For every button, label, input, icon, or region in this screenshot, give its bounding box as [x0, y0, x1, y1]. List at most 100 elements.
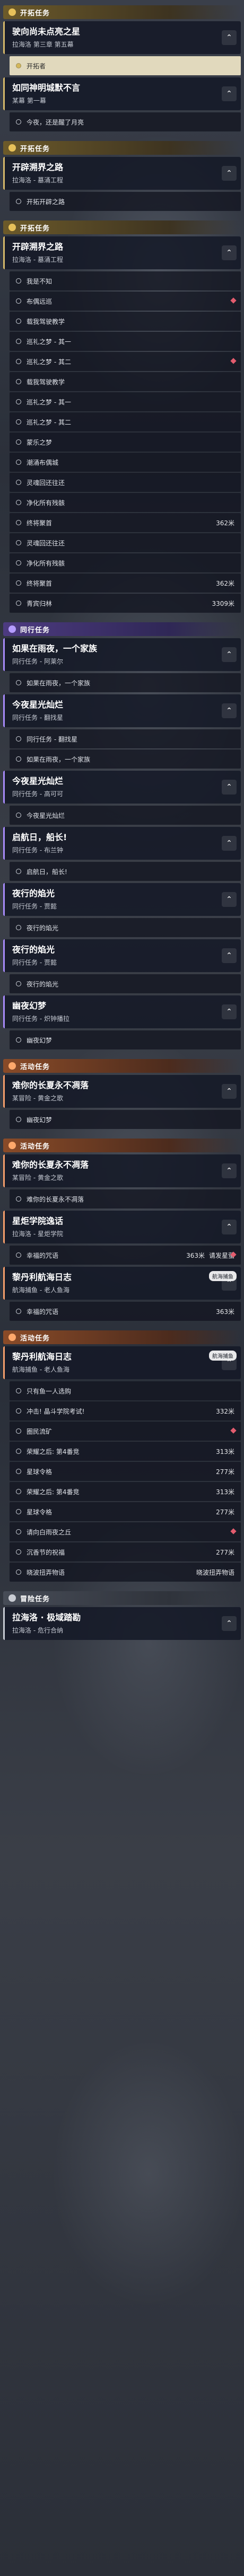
quest-card[interactable]: 如果在雨夜，一个家族 同行任务 - 阿莱尔 ⌃	[3, 638, 241, 671]
quest-card[interactable]: 幽夜幻梦 同行任务 - 炽钟播拉 ⌃	[3, 995, 241, 1028]
objective-row[interactable]: 净化所有残骸	[10, 493, 241, 512]
section-header[interactable]: 活动任务	[3, 1139, 241, 1152]
objective-row[interactable]: 夜行的焰光	[10, 918, 241, 937]
collapse-chevron-icon[interactable]: ⌃	[222, 647, 237, 662]
objective-row[interactable]: 荣耀之后: 第4番竞 313米	[10, 1442, 241, 1461]
quest-card[interactable]: 驶向尚未点亮之星 拉海洛 第三章 第五幕 ⌃	[3, 21, 241, 54]
objective-row[interactable]: 巡礼之梦 - 其一	[10, 392, 241, 411]
quest-subtitle: 同行任务 - 贾懿	[12, 903, 57, 910]
quest-card[interactable]: 黎丹利航海日志 航海捕鱼 - 老人鱼海 ⌃ 航海捕鱼	[3, 1267, 241, 1300]
objective-row[interactable]: 今夜星光灿烂	[10, 806, 241, 825]
objective-bullet-icon	[16, 925, 21, 930]
objective-row[interactable]: 今夜，还是醒了月亮	[10, 112, 241, 131]
collapse-chevron-icon[interactable]: ⌃	[222, 1616, 237, 1631]
objective-row[interactable]: 青宾归林 3309米	[10, 594, 241, 613]
collapse-chevron-icon[interactable]: ⌃	[222, 836, 237, 851]
quest-card[interactable]: 拉海洛 · 极域踏勘 拉海洛 - 危行合纳 ⌃	[3, 1607, 241, 1640]
quest-card[interactable]: 夜行的焰光 同行任务 - 贾懿 ⌃	[3, 883, 241, 916]
objective-row[interactable]: 净化所有残骸	[10, 553, 241, 572]
collapse-chevron-icon[interactable]: ⌃	[222, 1220, 237, 1234]
objective-row[interactable]: 幸福的咒语 363米	[10, 1302, 241, 1321]
quest-card[interactable]: 难你的长夏永不凋落 某冒险 - 黄金之歌 ⌃	[3, 1075, 241, 1108]
objective-row[interactable]: 布偶远巡	[10, 292, 241, 311]
collapse-chevron-icon[interactable]: ⌃	[222, 892, 237, 907]
quest-card[interactable]: 今夜星光灿烂 同行任务 - 翻找星 ⌃	[3, 694, 241, 727]
collapse-chevron-icon[interactable]: ⌃	[222, 703, 237, 718]
quest-card[interactable]: 夜行的焰光 同行任务 - 贾懿 ⌃	[3, 939, 241, 972]
objective-row[interactable]: 星球令格 277米	[10, 1502, 241, 1521]
quest-title: 黎丹利航海日志	[12, 1272, 72, 1282]
collapse-chevron-icon[interactable]: ⌃	[222, 1004, 237, 1019]
objective-row[interactable]: 我是不知	[10, 271, 241, 290]
quest-card[interactable]: 难你的长夏永不凋落 某冒险 - 黄金之歌 ⌃	[3, 1154, 241, 1187]
section-header[interactable]: 活动任务	[3, 1330, 241, 1344]
quest-subtitle: 某幕 第一幕	[12, 97, 46, 104]
objective-row[interactable]: 晓波扭弄物语 晓波扭弄物语	[10, 1563, 241, 1582]
section-header-label: 活动任务	[20, 1142, 50, 1151]
section-header[interactable]: 开拓任务	[3, 220, 241, 234]
objective-row[interactable]: 灵魂回还往还	[10, 533, 241, 552]
objective-row[interactable]: 开拓者	[10, 56, 241, 75]
objective-row[interactable]: 载我驾驶教学	[10, 312, 241, 331]
quest-card[interactable]: 开辟溯界之路 拉海洛 - 墓涌工程 ⌃	[3, 236, 241, 269]
objective-row[interactable]: 巡礼之梦 - 其二	[10, 412, 241, 431]
objective-row[interactable]: 幽夜幻梦	[10, 1030, 241, 1049]
objective-row[interactable]: 巡礼之梦 - 其二	[10, 352, 241, 371]
section-header[interactable]: 开拓任务	[3, 5, 241, 19]
quest-title: 星炬学院逸话	[12, 1216, 64, 1226]
section-header[interactable]: 活动任务	[3, 1059, 241, 1073]
objective-text: 今夜，还是醒了月亮	[27, 118, 84, 126]
objective-row[interactable]: 终将聚首 362米	[10, 513, 241, 532]
collapse-chevron-icon[interactable]: ⌃	[222, 166, 237, 181]
quest-card[interactable]: 今夜星光灿烂 同行任务 - 高可可 ⌃	[3, 771, 241, 804]
collapse-chevron-icon[interactable]: ⌃	[222, 245, 237, 260]
objective-row[interactable]: 启航日，船长!	[10, 862, 241, 881]
quest-list[interactable]: 开拓任务 驶向尚未点亮之星 拉海洛 第三章 第五幕 ⌃ 开拓者 如同神明城默不言 某幕 第一…	[0, 0, 244, 1647]
collapse-chevron-icon[interactable]: ⌃	[222, 1084, 237, 1099]
section-header[interactable]: 冒险任务	[3, 1591, 241, 1605]
collapse-chevron-icon[interactable]: ⌃	[222, 1163, 237, 1178]
objective-row[interactable]: 终将聚首 362米	[10, 574, 241, 593]
objective-row[interactable]: 冲击! 晶斗学院考试! 332米	[10, 1401, 241, 1421]
objective-row[interactable]: 请向白雨夜之丘	[10, 1522, 241, 1541]
objective-row[interactable]: 潮涌布偶城	[10, 453, 241, 472]
section-header[interactable]: 开拓任务	[3, 141, 241, 155]
objective-row[interactable]: 开拓开辟之路	[10, 192, 241, 211]
collapse-chevron-icon[interactable]: ⌃	[222, 780, 237, 795]
objective-row[interactable]: 幽夜幻梦	[10, 1110, 241, 1129]
section-header[interactable]: 同行任务	[3, 622, 241, 636]
objective-row[interactable]: 同行任务 - 翻找星	[10, 729, 241, 748]
collapse-chevron-icon[interactable]: ⌃	[222, 86, 237, 101]
category-icon	[8, 144, 16, 152]
objective-row[interactable]: 夜行的焰光	[10, 974, 241, 993]
objective-row[interactable]: 巡礼之梦 - 其一	[10, 332, 241, 351]
objective-row[interactable]: 蒙乐之梦	[10, 433, 241, 452]
objective-row[interactable]: 星球令格 277米	[10, 1462, 241, 1481]
objective-row[interactable]: 载我驾驶教学	[10, 372, 241, 391]
quest-card[interactable]: 黎丹利航海日志 航海捕鱼 - 老人鱼海 ⌃ 航海捕鱼	[3, 1346, 241, 1379]
objective-bullet-icon	[16, 1408, 21, 1414]
quest-tag-badge: 航海捕鱼	[209, 1351, 237, 1361]
quest-card[interactable]: 开辟溯界之路 拉海洛 - 墓涌工程 ⌃	[3, 157, 241, 190]
objective-text: 幽夜幻梦	[27, 1036, 53, 1044]
objective-row[interactable]: 难你的长夏永不凋落	[10, 1189, 241, 1208]
objective-row[interactable]: 圈民流矿	[10, 1422, 241, 1441]
objective-row[interactable]: 荣耀之后: 第4番竞 313米	[10, 1482, 241, 1501]
objective-bullet-icon	[16, 439, 21, 445]
objective-row[interactable]: 灵魂回还往还	[10, 473, 241, 492]
objective-row[interactable]: 只有鱼一人选购	[10, 1381, 241, 1400]
objective-row[interactable]: 如果在雨夜，一个家族	[10, 673, 241, 692]
collapse-chevron-icon[interactable]: ⌃	[222, 30, 237, 45]
objective-row[interactable]: 沉香节的祝福 277米	[10, 1542, 241, 1562]
collapse-chevron-icon[interactable]: ⌃	[222, 948, 237, 963]
objective-bullet-icon	[16, 1252, 21, 1258]
quest-card[interactable]: 启航日，船长! 同行任务 - 布兰钟 ⌃	[3, 827, 241, 860]
objective-row[interactable]: 幸福的咒语 363米 请发星萤	[10, 1246, 241, 1265]
objective-bullet-icon	[16, 359, 21, 364]
objective-row[interactable]: 如果在雨夜，一个家族	[10, 749, 241, 769]
objective-text: 难你的长夏永不凋落	[27, 1195, 84, 1203]
quest-card[interactable]: 如同神明城默不言 某幕 第一幕 ⌃	[3, 77, 241, 110]
objective-bullet-icon	[16, 1469, 21, 1474]
quest-card[interactable]: 星炬学院逸话 拉海洛 - 星炬学院 ⌃	[3, 1211, 241, 1243]
